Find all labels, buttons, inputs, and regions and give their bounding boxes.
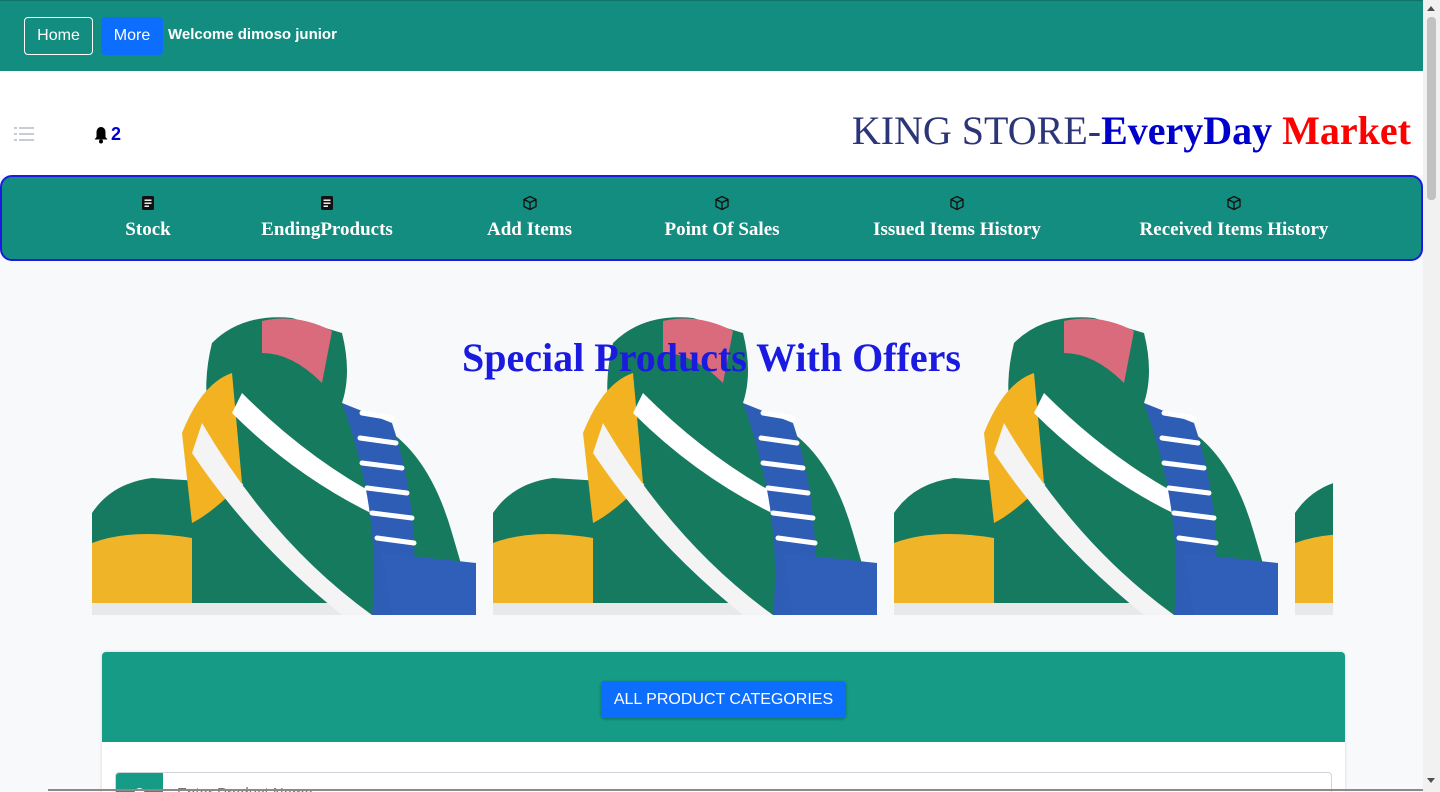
menu-label-received-items-history: Received Items History: [1139, 219, 1329, 240]
categories-card: ALL PRODUCT CATEGORIES: [102, 652, 1345, 792]
scroll-down-arrow-icon[interactable]: [1427, 778, 1435, 783]
banner-title: Special Products With Offers: [462, 335, 961, 380]
categories-card-header: ALL PRODUCT CATEGORIES: [102, 652, 1345, 742]
document-icon: [142, 196, 154, 210]
page: Home More Welcome dimoso junior 2 KING S…: [0, 0, 1440, 792]
bell-icon: [94, 126, 108, 143]
welcome-text: Welcome dimoso junior: [168, 26, 337, 43]
document-icon: [321, 196, 333, 210]
store-title-market: Market: [1282, 108, 1411, 153]
store-header: 2 KING STORE-EveryDay Market: [0, 71, 1423, 175]
menu-item-issued-items-history[interactable]: Issued Items History: [862, 177, 1052, 259]
menu-item-add-items[interactable]: Add Items: [472, 177, 587, 259]
notifications[interactable]: 2: [93, 124, 121, 145]
main-menu: Stock EndingProducts Add Items Point Of …: [0, 175, 1423, 261]
menu-item-point-of-sales[interactable]: Point Of Sales: [652, 177, 792, 259]
menu-label-add-items: Add Items: [487, 219, 572, 240]
box-icon: [1227, 195, 1241, 211]
scroll-up-arrow-icon[interactable]: [1427, 6, 1435, 11]
list-icon[interactable]: [14, 126, 34, 142]
menu-label-issued-items-history: Issued Items History: [873, 219, 1041, 240]
menu-label-stock: Stock: [125, 219, 171, 240]
store-title-name: KING STORE-: [851, 108, 1102, 153]
box-icon: [715, 195, 729, 211]
all-categories-button[interactable]: ALL PRODUCT CATEGORIES: [601, 681, 846, 718]
more-button[interactable]: More: [101, 17, 163, 55]
box-icon: [950, 195, 964, 211]
divider: [48, 789, 1423, 791]
menu-label-ending-products: EndingProducts: [261, 219, 393, 240]
box-icon: [522, 195, 537, 211]
notification-count: 2: [111, 124, 122, 144]
menu-label-point-of-sales: Point Of Sales: [664, 219, 780, 240]
scrollbar[interactable]: [1423, 0, 1440, 792]
store-title-everyday: EveryDay: [1101, 108, 1273, 153]
menu-item-ending-products[interactable]: EndingProducts: [247, 177, 407, 259]
home-button[interactable]: Home: [24, 17, 93, 55]
menu-item-received-items-history[interactable]: Received Items History: [1124, 177, 1344, 259]
top-navbar: Home More Welcome dimoso junior: [0, 0, 1423, 71]
store-title: KING STORE-EveryDay Market: [852, 107, 1411, 154]
menu-item-stock[interactable]: Stock: [102, 177, 194, 259]
scroll-thumb[interactable]: [1427, 17, 1436, 200]
